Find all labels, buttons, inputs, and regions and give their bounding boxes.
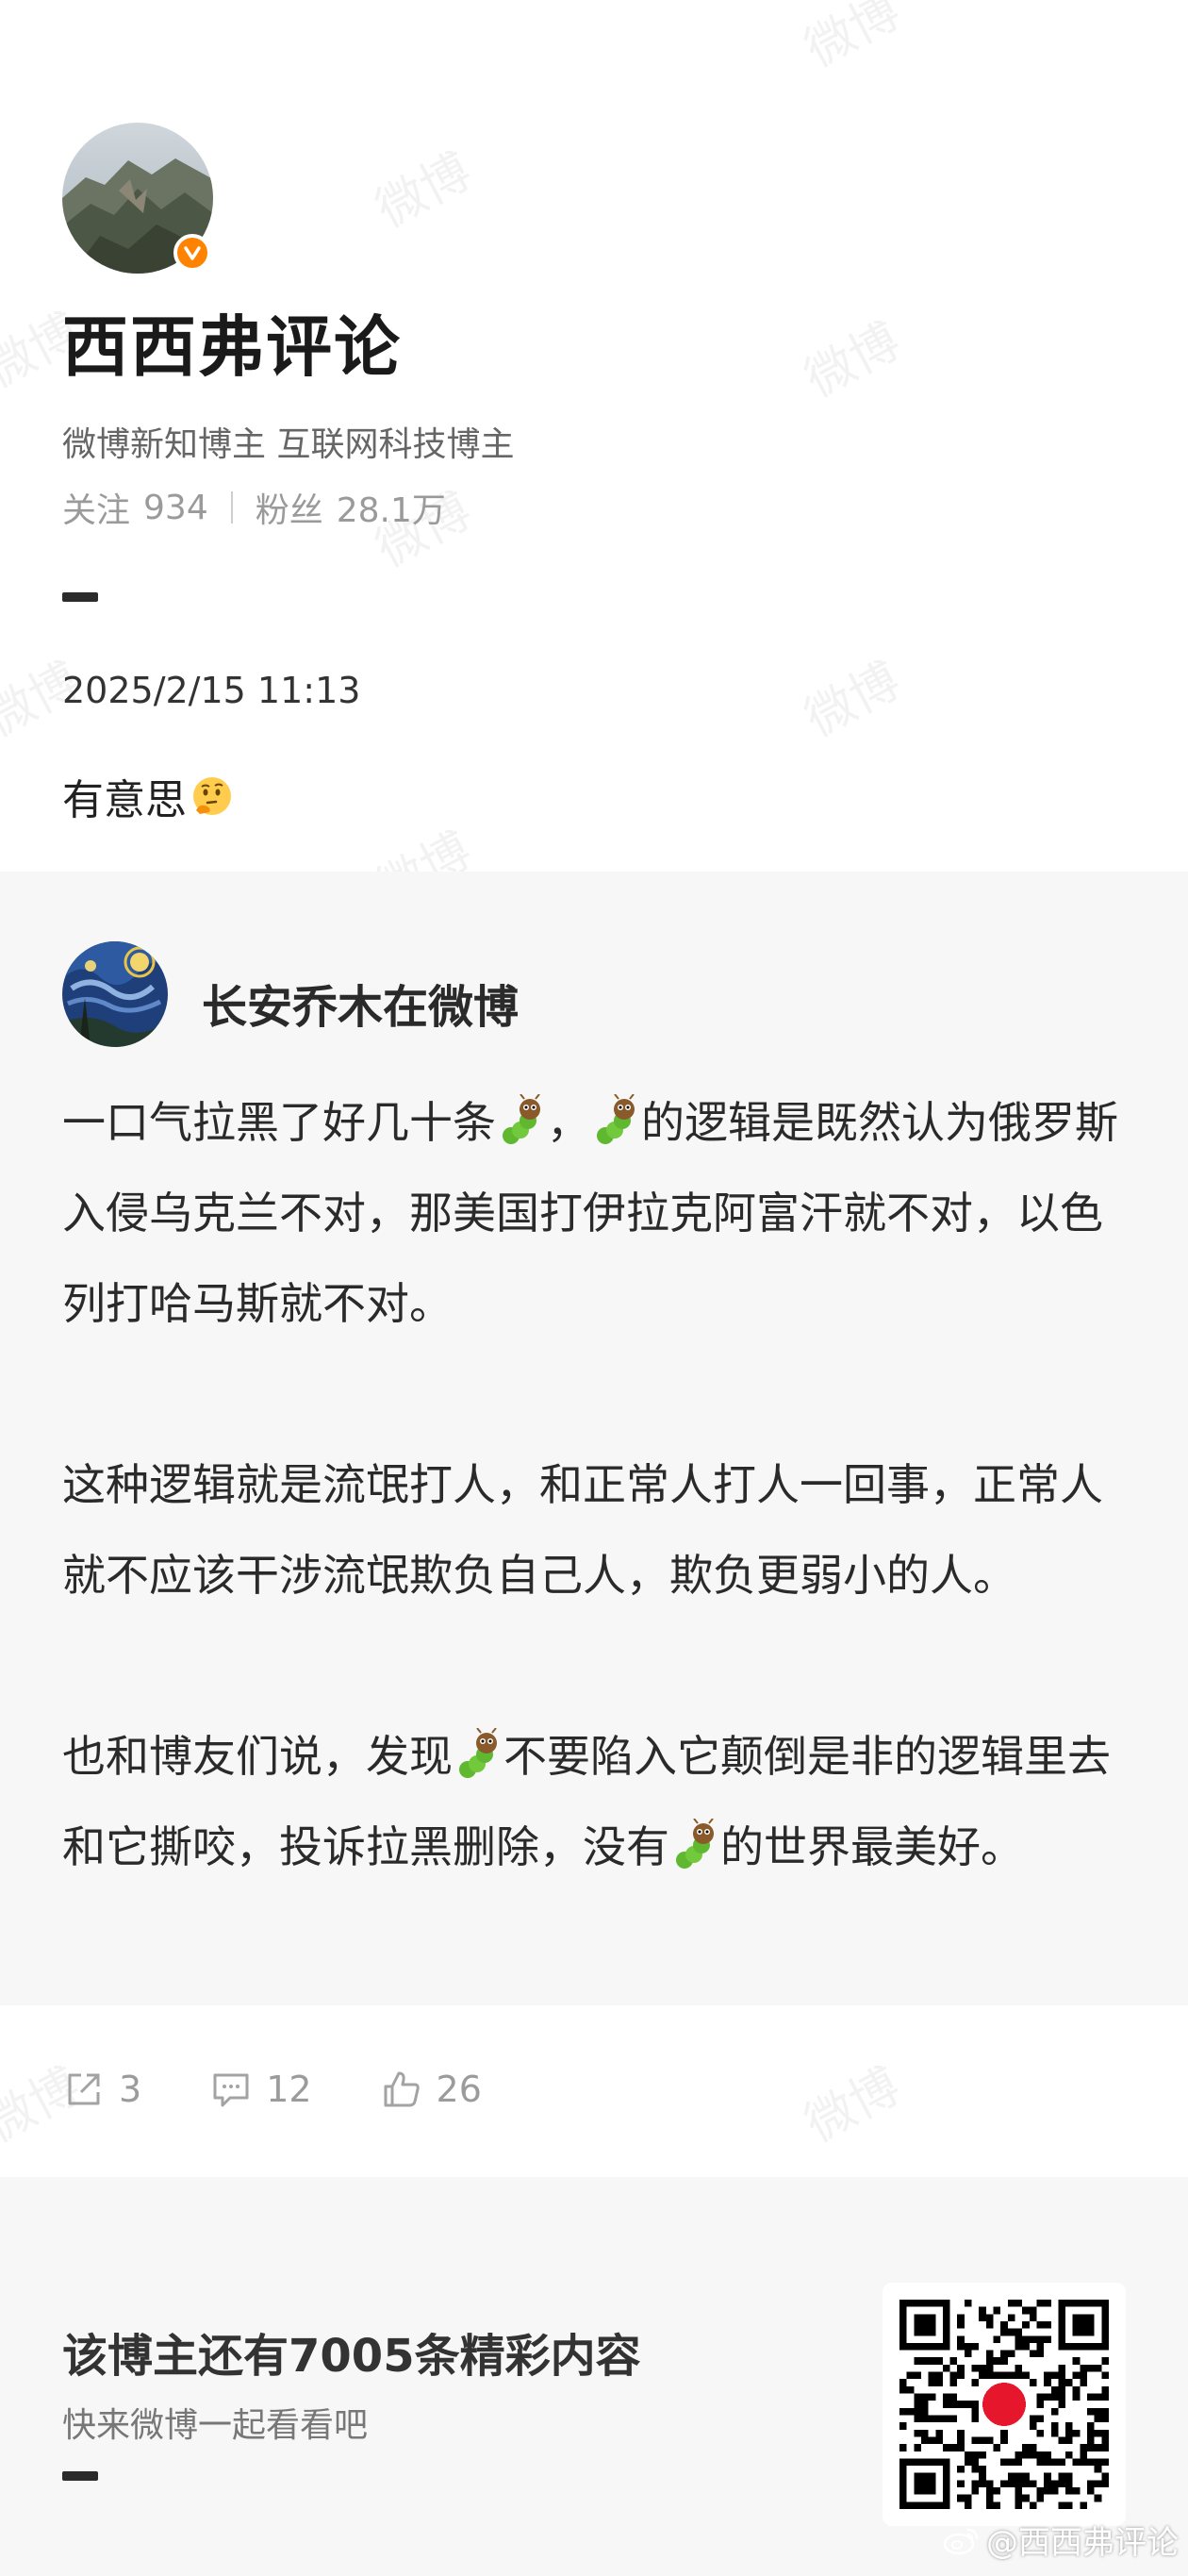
quoted-text: 的世界最美好。 <box>720 1821 1024 1872</box>
post-text: 有意思 <box>62 766 234 826</box>
profile-tags: 微博新知博主 互联网科技博主 <box>62 425 515 464</box>
weibo-logo-icon <box>943 2528 979 2554</box>
quoted-paragraph: 这种逻辑就是流氓打人，和正常人打人一回事，正常人就不应该干涉流氓欺负自己人，欺负… <box>62 1439 1137 1620</box>
fans-count: 28.1万 <box>336 491 446 530</box>
weibo-share-card: 微博 微博 微博 微博 微博 微博 微博 微博 微博 微博 微博 微博 微博 微… <box>0 0 1188 2576</box>
post-timestamp: 2025/2/15 11:13 <box>62 670 361 711</box>
share-button[interactable]: 3 <box>62 2068 141 2111</box>
watermark: 微博 <box>796 652 910 749</box>
qr-code-image <box>899 2300 1109 2509</box>
stats-divider <box>230 491 233 524</box>
quoted-text: 也和博友们说，发现 <box>62 1731 453 1782</box>
follow-count: 934 <box>143 488 208 527</box>
footer-divider <box>62 2471 98 2481</box>
quoted-post[interactable]: 长安乔木在微博 一口气拉黑了好几十条，的逻辑是既然认为俄罗斯入侵乌克兰不对，那美… <box>0 872 1188 2005</box>
thinking-face-icon <box>193 777 231 815</box>
profile-name[interactable]: 西西弗评论 <box>62 294 402 390</box>
post-actions: 3 12 26 <box>62 2068 550 2111</box>
verified-badge <box>173 234 211 272</box>
quoted-paragraph: 也和博友们说，发现 不要陷入它颠倒是非的逻辑里去和它撕咬，投诉拉黑删除，没有 的世界… <box>62 1711 1137 1892</box>
weibo-handle: @西西弗评论 <box>986 2524 1179 2562</box>
footer-promo: 该博主还有7005条精彩内容 快来微博一起看看吧 @西西弗评论 <box>0 2177 1188 2576</box>
watermark: 微博 <box>796 312 910 409</box>
verified-v-icon <box>184 246 201 260</box>
share-icon <box>68 2073 100 2105</box>
quoted-text: 这种逻辑就是流氓打人，和正常人打人一回事，正常人就不应该干涉流氓欺负自己人，欺负… <box>62 1459 1103 1601</box>
post-text-content: 有意思 <box>62 776 187 824</box>
quoted-author-name[interactable]: 长安乔木在微博 <box>202 970 519 1036</box>
comment-count: 12 <box>266 2069 312 2110</box>
quoted-paragraph: 一口气拉黑了好几十条，的逻辑是既然认为俄罗斯入侵乌克兰不对，那美国打伊拉克阿富汗… <box>62 1077 1137 1349</box>
quoted-post-body: 一口气拉黑了好几十条，的逻辑是既然认为俄罗斯入侵乌克兰不对，那美国打伊拉克阿富汗… <box>62 1077 1137 1892</box>
avatar[interactable] <box>62 123 213 274</box>
section-divider <box>62 592 98 602</box>
quoted-text: 一口气拉黑了好几十条 <box>62 1097 496 1148</box>
starry-night-avatar-image <box>62 941 168 1047</box>
watermark: 微博 <box>796 0 910 79</box>
profile-stats: 关注 934 粉丝 28.1万 <box>62 483 446 532</box>
follow-label: 关注 <box>62 491 131 530</box>
comment-icon <box>213 2073 249 2107</box>
share-count: 3 <box>119 2069 142 2110</box>
caterpillar-icon <box>597 1094 635 1144</box>
caterpillar-icon <box>676 1819 714 1869</box>
weibo-handle-watermark: @西西弗评论 <box>943 2517 1179 2563</box>
like-button[interactable]: 26 <box>380 2068 482 2111</box>
more-content-subtitle: 快来微博一起看看吧 <box>62 2406 369 2445</box>
like-count: 26 <box>436 2069 482 2110</box>
thumbs-up-icon <box>384 2071 420 2107</box>
caterpillar-icon <box>459 1728 497 1778</box>
watermark: 微博 <box>367 142 481 240</box>
quoted-author-avatar[interactable] <box>62 941 168 1047</box>
watermark: 微博 <box>796 2057 910 2154</box>
caterpillar-icon <box>503 1094 540 1144</box>
quoted-text: ， <box>547 1097 590 1148</box>
fans-label: 粉丝 <box>255 491 323 530</box>
qr-code[interactable] <box>883 2283 1126 2526</box>
comment-button[interactable]: 12 <box>209 2068 312 2111</box>
more-content-title: 该博主还有7005条精彩内容 <box>62 2330 641 2383</box>
